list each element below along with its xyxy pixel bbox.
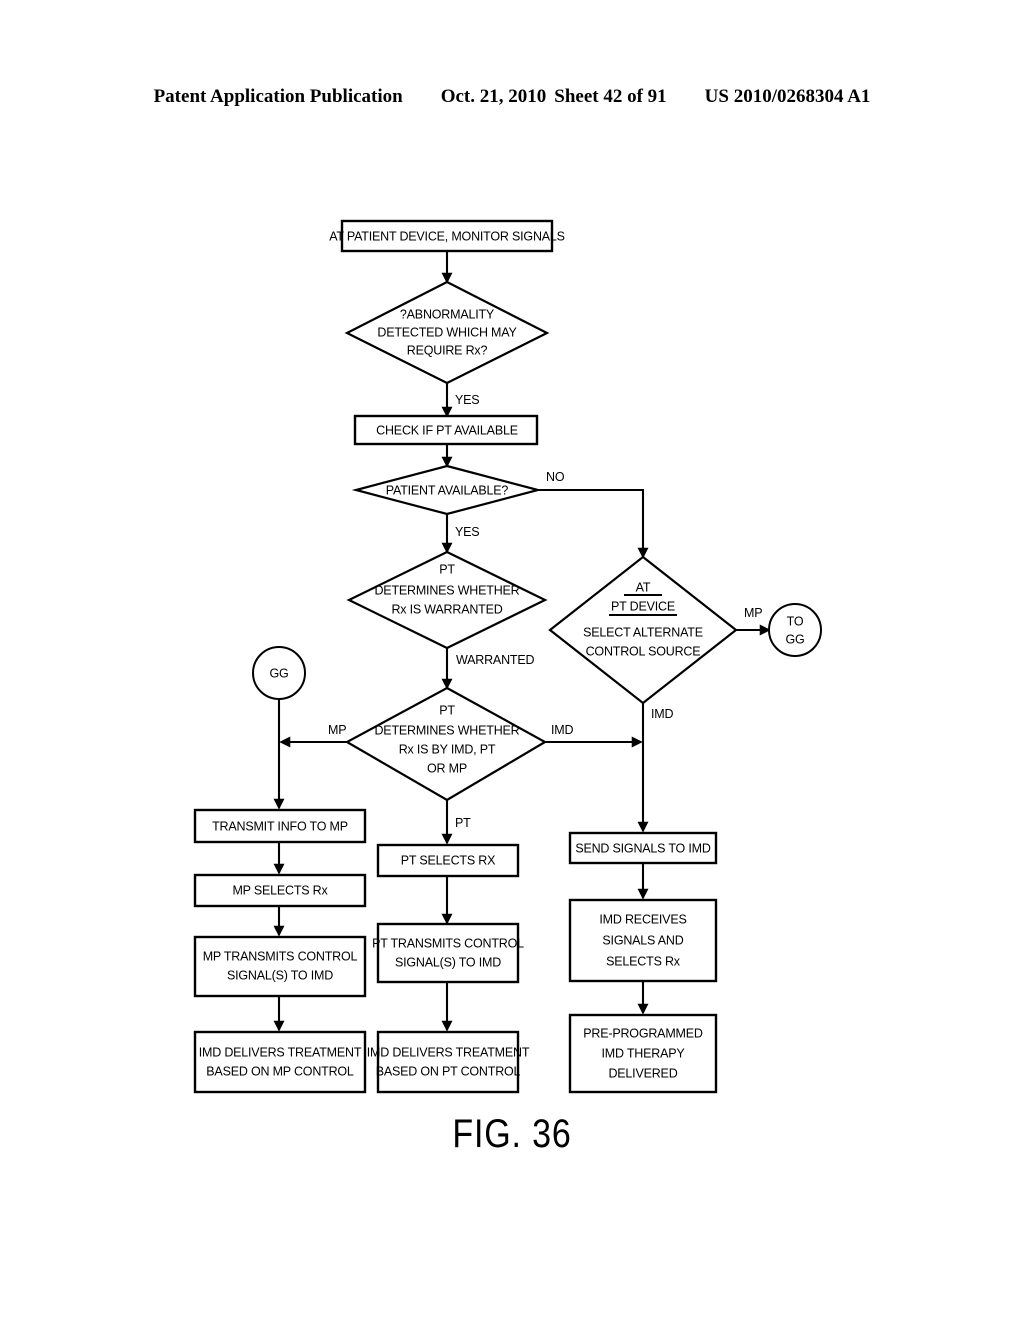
node-abnormality-line1: ?ABNORMALITY xyxy=(400,307,495,321)
node-pre-programmed-line1: PRE-PROGRAMMED xyxy=(583,1026,703,1040)
node-mp-transmits-control[interactable]: MP TRANSMITS CONTROL SIGNAL(S) TO IMD xyxy=(193,935,367,998)
node-pre-programmed-line3: DELIVERED xyxy=(608,1066,677,1080)
node-transmit-info-to-mp[interactable]: TRANSMIT INFO TO MP xyxy=(193,808,367,844)
node-imd-delivers-mp[interactable]: IMD DELIVERS TREATMENT BASED ON MP CONTR… xyxy=(193,1030,367,1094)
patent-figure-page: Patent Application Publication Oct. 21, … xyxy=(0,0,1024,1320)
node-alt-source-line1: AT xyxy=(636,580,651,594)
node-pre-programmed-therapy[interactable]: PRE-PROGRAMMED IMD THERAPY DELIVERED xyxy=(568,1013,718,1094)
node-check-pt-available[interactable]: CHECK IF PT AVAILABLE xyxy=(353,414,539,446)
node-monitor-signals-label: AT PATIENT DEVICE, MONITOR SIGNALS xyxy=(329,229,565,243)
node-imd-delivers-pt-line2: BASED ON PT CONTROL xyxy=(376,1064,521,1078)
node-transmit-info-label: TRANSMIT INFO TO MP xyxy=(212,819,348,833)
node-monitor-signals[interactable]: AT PATIENT DEVICE, MONITOR SIGNALS xyxy=(329,219,565,253)
node-pt-transmits-line2: SIGNAL(S) TO IMD xyxy=(395,955,501,969)
node-imd-receives-line1: IMD RECEIVES xyxy=(599,912,686,926)
node-route-rx-decision[interactable]: PT DETERMINES WHETHER Rx IS BY IMD, PT O… xyxy=(344,686,548,802)
edge-label-route-pt: PT xyxy=(455,816,471,830)
connector-gg-label: GG xyxy=(269,666,288,680)
edge-label-route-imd: IMD xyxy=(551,723,573,737)
node-abnormality-decision[interactable]: ?ABNORMALITY DETECTED WHICH MAY REQUIRE … xyxy=(344,280,550,385)
connector-to-gg-line1: TO xyxy=(787,614,804,628)
node-send-signals-label: SEND SIGNALS TO IMD xyxy=(575,841,711,855)
node-alt-source-line3: SELECT ALTERNATE xyxy=(583,625,703,639)
node-imd-delivers-pt[interactable]: IMD DELIVERS TREATMENT BASED ON PT CONTR… xyxy=(367,1030,530,1094)
node-route-rx-line4: OR MP xyxy=(427,761,467,775)
node-patient-available-decision[interactable]: PATIENT AVAILABLE? xyxy=(351,464,543,516)
node-check-pt-available-label: CHECK IF PT AVAILABLE xyxy=(376,423,518,437)
edge-label-alt-imd: IMD xyxy=(651,707,673,721)
node-imd-receives-line2: SIGNALS AND xyxy=(602,933,683,947)
node-abnormality-line2: DETECTED WHICH MAY xyxy=(377,325,517,339)
node-imd-delivers-mp-line1: IMD DELIVERS TREATMENT xyxy=(199,1045,362,1059)
node-abnormality-line3: REQUIRE Rx? xyxy=(407,343,488,357)
node-send-signals-to-imd[interactable]: SEND SIGNALS TO IMD xyxy=(568,831,718,865)
edge-label-patient-no: NO xyxy=(546,470,565,484)
edge-label-patient-yes: YES xyxy=(455,525,479,539)
node-pre-programmed-line2: IMD THERAPY xyxy=(602,1046,686,1060)
node-alt-source-line4: CONTROL SOURCE xyxy=(586,644,701,658)
node-imd-delivers-mp-line2: BASED ON MP CONTROL xyxy=(206,1064,354,1078)
node-pt-transmits-shape xyxy=(376,922,520,984)
node-pt-warranted-line1: PT xyxy=(439,562,455,576)
edge-label-abnormality-yes: YES xyxy=(455,393,479,407)
node-pt-transmits-control[interactable]: PT TRANSMITS CONTROL SIGNAL(S) TO IMD xyxy=(372,922,524,984)
connector-gg[interactable]: GG xyxy=(252,646,306,700)
node-imd-receives-line3: SELECTS Rx xyxy=(606,954,681,968)
node-mp-transmits-shape xyxy=(193,935,367,998)
node-patient-available-label: PATIENT AVAILABLE? xyxy=(386,483,509,497)
node-mp-selects-label: MP SELECTS Rx xyxy=(232,883,328,897)
node-route-rx-line2: DETERMINES WHETHER xyxy=(374,723,519,737)
edge-label-route-mp: MP xyxy=(328,723,346,737)
node-mp-selects-rx[interactable]: MP SELECTS Rx xyxy=(193,873,367,908)
edge-patient-no-to-alt-source xyxy=(538,488,649,559)
node-pt-warranted-line2: DETERMINES WHETHER xyxy=(374,583,519,597)
node-pt-warranted-line3: Rx IS WARRANTED xyxy=(391,602,502,616)
node-select-alternate-control-source[interactable]: AT PT DEVICE SELECT ALTERNATE CONTROL SO… xyxy=(548,555,738,705)
node-route-rx-line3: Rx IS BY IMD, PT xyxy=(399,742,496,756)
connector-to-gg-shape xyxy=(768,603,822,657)
node-imd-delivers-mp-shape xyxy=(193,1030,367,1094)
node-imd-delivers-pt-shape xyxy=(376,1030,520,1094)
node-mp-transmits-line1: MP TRANSMITS CONTROL xyxy=(203,949,358,963)
node-pt-determines-warranted[interactable]: PT DETERMINES WHETHER Rx IS WARRANTED xyxy=(346,550,548,650)
connector-to-gg[interactable]: TO GG xyxy=(768,603,822,657)
node-pt-selects-rx[interactable]: PT SELECTS RX xyxy=(376,843,520,878)
node-route-rx-line1: PT xyxy=(439,703,455,717)
node-imd-receives-signals[interactable]: IMD RECEIVES SIGNALS AND SELECTS Rx xyxy=(568,898,718,983)
edge-label-alt-mp: MP xyxy=(744,606,762,620)
node-pt-selects-label: PT SELECTS RX xyxy=(401,853,496,867)
node-mp-transmits-line2: SIGNAL(S) TO IMD xyxy=(227,968,333,982)
figure-caption: FIG. 36 xyxy=(452,1112,572,1156)
edge-label-warranted: WARRANTED xyxy=(456,653,534,667)
node-alt-source-line2: PT DEVICE xyxy=(611,599,675,613)
node-imd-delivers-pt-line1: IMD DELIVERS TREATMENT xyxy=(367,1045,530,1059)
connector-to-gg-line2: GG xyxy=(785,632,804,646)
node-pt-transmits-line1: PT TRANSMITS CONTROL xyxy=(372,936,524,950)
